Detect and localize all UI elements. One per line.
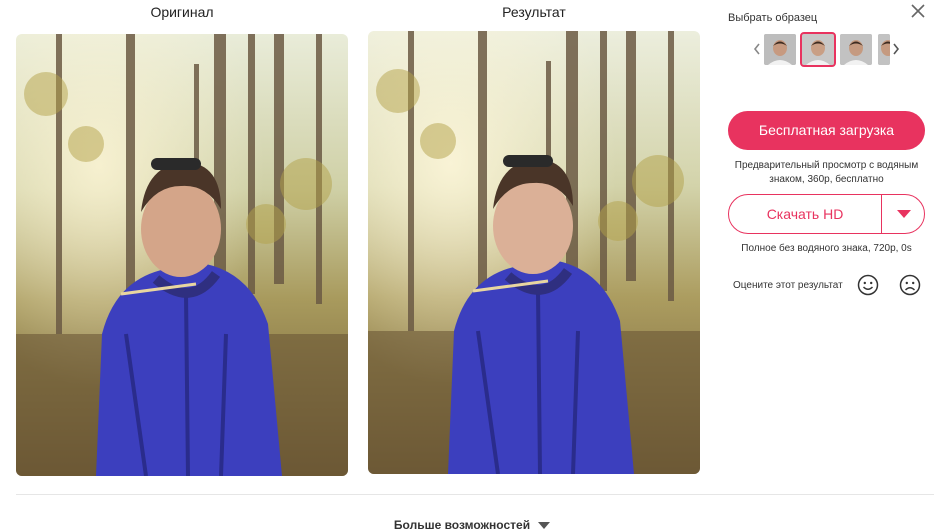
original-photo [16, 34, 348, 476]
free-download-note: Предварительный просмотр с водяным знако… [734, 160, 919, 185]
result-photo [368, 31, 700, 474]
close-icon[interactable] [910, 3, 926, 19]
sample-thumbnail[interactable] [764, 34, 796, 65]
more-options-label[interactable]: Больше возможностей [394, 518, 530, 531]
sample-thumbnail[interactable] [840, 34, 872, 65]
caret-down-icon [538, 522, 551, 530]
download-options-dropdown[interactable] [882, 195, 925, 233]
rate-result-label: Оцените этот результат [733, 280, 843, 291]
download-hd-label[interactable]: Скачать HD [729, 195, 881, 233]
sad-face-icon[interactable] [899, 274, 921, 296]
more-options-toggle[interactable]: Больше возможностей [0, 518, 944, 531]
original-photo-image [16, 34, 348, 476]
download-hd-button[interactable]: Скачать HD [728, 194, 925, 234]
result-photo-image [368, 31, 700, 474]
chevron-right-icon[interactable] [891, 42, 901, 56]
smile-face-icon[interactable] [857, 274, 879, 296]
caret-down-icon [897, 210, 911, 218]
hd-download-note: Полное без водяного знака, 720p, 0s [741, 243, 912, 254]
original-label: Оригинал [150, 4, 214, 20]
sample-select-title: Выбрать образец [728, 12, 818, 24]
chevron-left-icon[interactable] [752, 42, 762, 56]
section-divider [16, 494, 934, 495]
free-download-button[interactable]: Бесплатная загрузка [728, 111, 925, 150]
sample-thumbnail[interactable] [878, 34, 890, 65]
sample-thumbnail-selected[interactable] [800, 32, 836, 67]
result-label: Результат [502, 4, 566, 20]
